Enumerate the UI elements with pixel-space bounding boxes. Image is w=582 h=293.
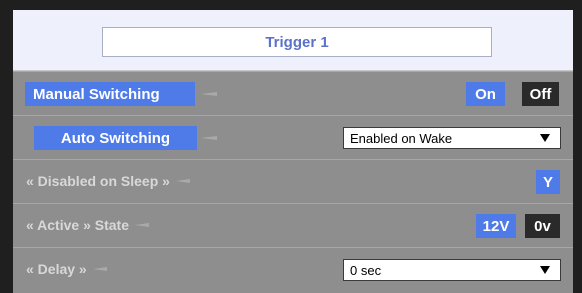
arrow-left-icon (92, 267, 107, 271)
disabled-on-sleep-label: « Disabled on Sleep » (26, 173, 170, 189)
auto-switching-select[interactable]: Enabled on Wake (343, 127, 561, 149)
active-state-label-wrap: « Active » State (26, 217, 149, 233)
arrow-left-icon (175, 179, 190, 183)
trigger-title-box: Trigger 1 (102, 27, 492, 57)
auto-switching-select-value: Enabled on Wake (350, 130, 453, 146)
disabled-on-sleep-label-wrap: « Disabled on Sleep » (26, 173, 190, 189)
delay-label-wrap: « Delay » (26, 261, 107, 277)
panel-header: Trigger 1 (13, 10, 573, 71)
delay-label: « Delay » (26, 261, 87, 277)
arrow-left-icon (201, 92, 217, 96)
delay-select[interactable]: 0 sec (343, 259, 561, 281)
manual-on-button[interactable]: On (466, 82, 505, 106)
arrow-left-icon (134, 223, 149, 227)
arrow-left-icon (201, 136, 217, 140)
delay-select-value: 0 sec (350, 262, 382, 278)
active-0v-button[interactable]: 0v (525, 214, 560, 238)
caret-down-icon (540, 134, 550, 142)
disabled-on-sleep-toggle[interactable]: Y (536, 170, 560, 194)
manual-switching-label: Manual Switching (25, 82, 195, 106)
active-state-row: « Active » State 12V 0v (13, 203, 573, 247)
trigger-title: Trigger 1 (265, 33, 329, 51)
auto-switching-label: Auto Switching (34, 126, 197, 150)
delay-row: « Delay » 0 sec (13, 247, 573, 291)
trigger-panel: Trigger 1 Manual Switching On Off Auto S… (13, 10, 573, 293)
active-12v-button[interactable]: 12V (476, 214, 516, 238)
disabled-on-sleep-row: « Disabled on Sleep » Y (13, 159, 573, 203)
manual-off-button[interactable]: Off (522, 82, 559, 106)
auto-switching-row: Auto Switching Enabled on Wake (13, 115, 573, 159)
active-state-label: « Active » State (26, 217, 129, 233)
manual-switching-row: Manual Switching On Off (13, 71, 573, 115)
caret-down-icon (540, 266, 550, 274)
